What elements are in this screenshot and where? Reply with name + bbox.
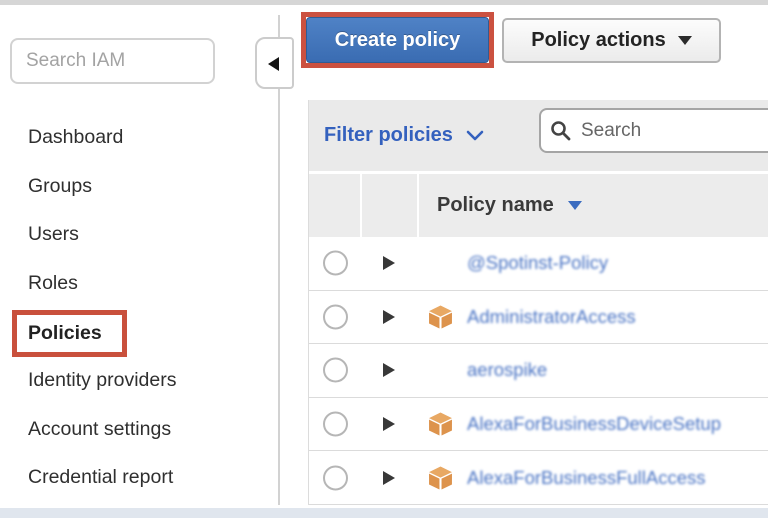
policies-highlight-annotation: Policies	[12, 310, 127, 357]
sidebar-item-account-settings[interactable]: Account settings	[28, 415, 171, 443]
header-cell-policy-name: Policy name	[419, 174, 768, 237]
filter-policies-dropdown[interactable]: Filter policies	[324, 100, 484, 171]
aws-cube-icon	[428, 465, 453, 490]
policy-search-box[interactable]	[539, 108, 768, 153]
select-policy-radio[interactable]	[323, 304, 348, 329]
sidebar-collapse-tab[interactable]	[255, 37, 294, 89]
caret-right-icon[interactable]	[383, 471, 395, 485]
policy-name-link[interactable]: AlexaForBusinessDeviceSetup	[467, 413, 721, 435]
select-policy-radio[interactable]	[323, 358, 348, 383]
select-policy-radio[interactable]	[323, 465, 348, 490]
table-row: AlexaForBusinessFullAccess	[309, 451, 768, 505]
create-policy-highlight-annotation: Create policy	[301, 12, 494, 68]
aws-cube-icon	[428, 304, 453, 329]
caret-right-icon[interactable]	[383, 256, 395, 270]
sidebar-item-credential-report[interactable]: Credential report	[28, 463, 173, 491]
select-policy-radio[interactable]	[323, 412, 348, 437]
header-cell-select	[309, 174, 360, 237]
sidebar-item-dashboard[interactable]: Dashboard	[28, 123, 123, 151]
search-iam-input[interactable]	[10, 38, 215, 84]
policy-search-input[interactable]	[579, 119, 753, 143]
caret-down-icon	[568, 201, 582, 210]
filter-policies-label: Filter policies	[324, 124, 453, 147]
policy-actions-button[interactable]: Policy actions	[502, 18, 721, 63]
policy-name-header-label: Policy name	[437, 194, 554, 217]
top-edge-strip	[0, 0, 768, 5]
table-row: AlexaForBusinessDeviceSetup	[309, 398, 768, 452]
policy-table-body: @Spotinst-Policy AdministratorAccess aer…	[309, 237, 768, 505]
policy-name-link[interactable]: AlexaForBusinessFullAccess	[467, 467, 706, 489]
chevron-left-icon	[268, 57, 279, 71]
policy-actions-label: Policy actions	[531, 29, 666, 52]
sidebar-item-groups[interactable]: Groups	[28, 172, 92, 200]
policy-name-link[interactable]: AdministratorAccess	[467, 306, 636, 328]
filter-bar: Filter policies	[309, 100, 768, 171]
caret-right-icon[interactable]	[383, 310, 395, 324]
select-policy-radio[interactable]	[323, 251, 348, 276]
table-row: aerospike	[309, 344, 768, 398]
aws-cube-icon	[428, 412, 453, 437]
policy-name-link[interactable]: @Spotinst-Policy	[467, 252, 608, 274]
policy-name-link[interactable]: aerospike	[467, 359, 547, 381]
bottom-edge-strip	[0, 508, 768, 518]
magnifier-icon	[550, 120, 571, 141]
table-row: @Spotinst-Policy	[309, 237, 768, 291]
sidebar-item-roles[interactable]: Roles	[28, 269, 78, 297]
policy-name-sort-header[interactable]: Policy name	[437, 174, 582, 237]
sidebar-item-users[interactable]: Users	[28, 220, 79, 248]
sidebar-item-policies[interactable]: Policies	[28, 322, 102, 345]
table-row: AdministratorAccess	[309, 291, 768, 345]
caret-right-icon[interactable]	[383, 363, 395, 377]
caret-down-icon	[678, 36, 692, 45]
header-cell-expand	[362, 174, 417, 237]
chevron-down-icon	[466, 130, 484, 141]
sidebar-item-identity-providers[interactable]: Identity providers	[28, 366, 177, 394]
create-policy-button[interactable]: Create policy	[306, 17, 489, 63]
caret-right-icon[interactable]	[383, 417, 395, 431]
